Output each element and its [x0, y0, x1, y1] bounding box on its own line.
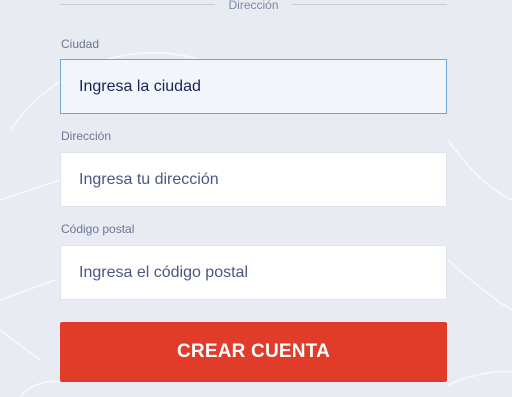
city-input[interactable]: [60, 59, 447, 114]
section-header: Dirección: [60, 0, 447, 12]
postal-code-input[interactable]: [60, 245, 447, 300]
postal-code-label: Código postal: [61, 222, 135, 236]
divider-line-right: [292, 4, 447, 5]
section-title: Dirección: [228, 0, 279, 12]
create-account-button[interactable]: CREAR CUENTA: [60, 322, 447, 382]
city-label: Ciudad: [61, 37, 100, 51]
address-input[interactable]: [60, 152, 447, 207]
address-label: Dirección: [61, 129, 112, 143]
